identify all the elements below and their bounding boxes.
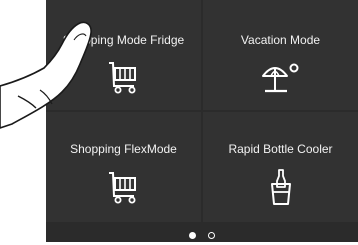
page-indicator[interactable]: [46, 227, 358, 245]
tile-vacation-mode[interactable]: Vacation Mode: [203, 0, 358, 110]
tile-label: Rapid Bottle Cooler: [228, 142, 333, 156]
pointing-hand-icon: [0, 21, 92, 129]
beach-umbrella-sun-icon: [261, 63, 298, 93]
bottle-cooler-icon: [270, 169, 291, 205]
page-dot-active[interactable]: [188, 232, 196, 240]
shopping-cart-icon: [108, 172, 136, 204]
page-dot-inactive[interactable]: [208, 232, 216, 240]
tile-label: Shopping FlexMode: [70, 142, 177, 156]
tile-label: Vacation Mode: [240, 33, 321, 47]
tile-rapid-bottle-cooler[interactable]: Rapid Bottle Cooler: [203, 112, 358, 222]
